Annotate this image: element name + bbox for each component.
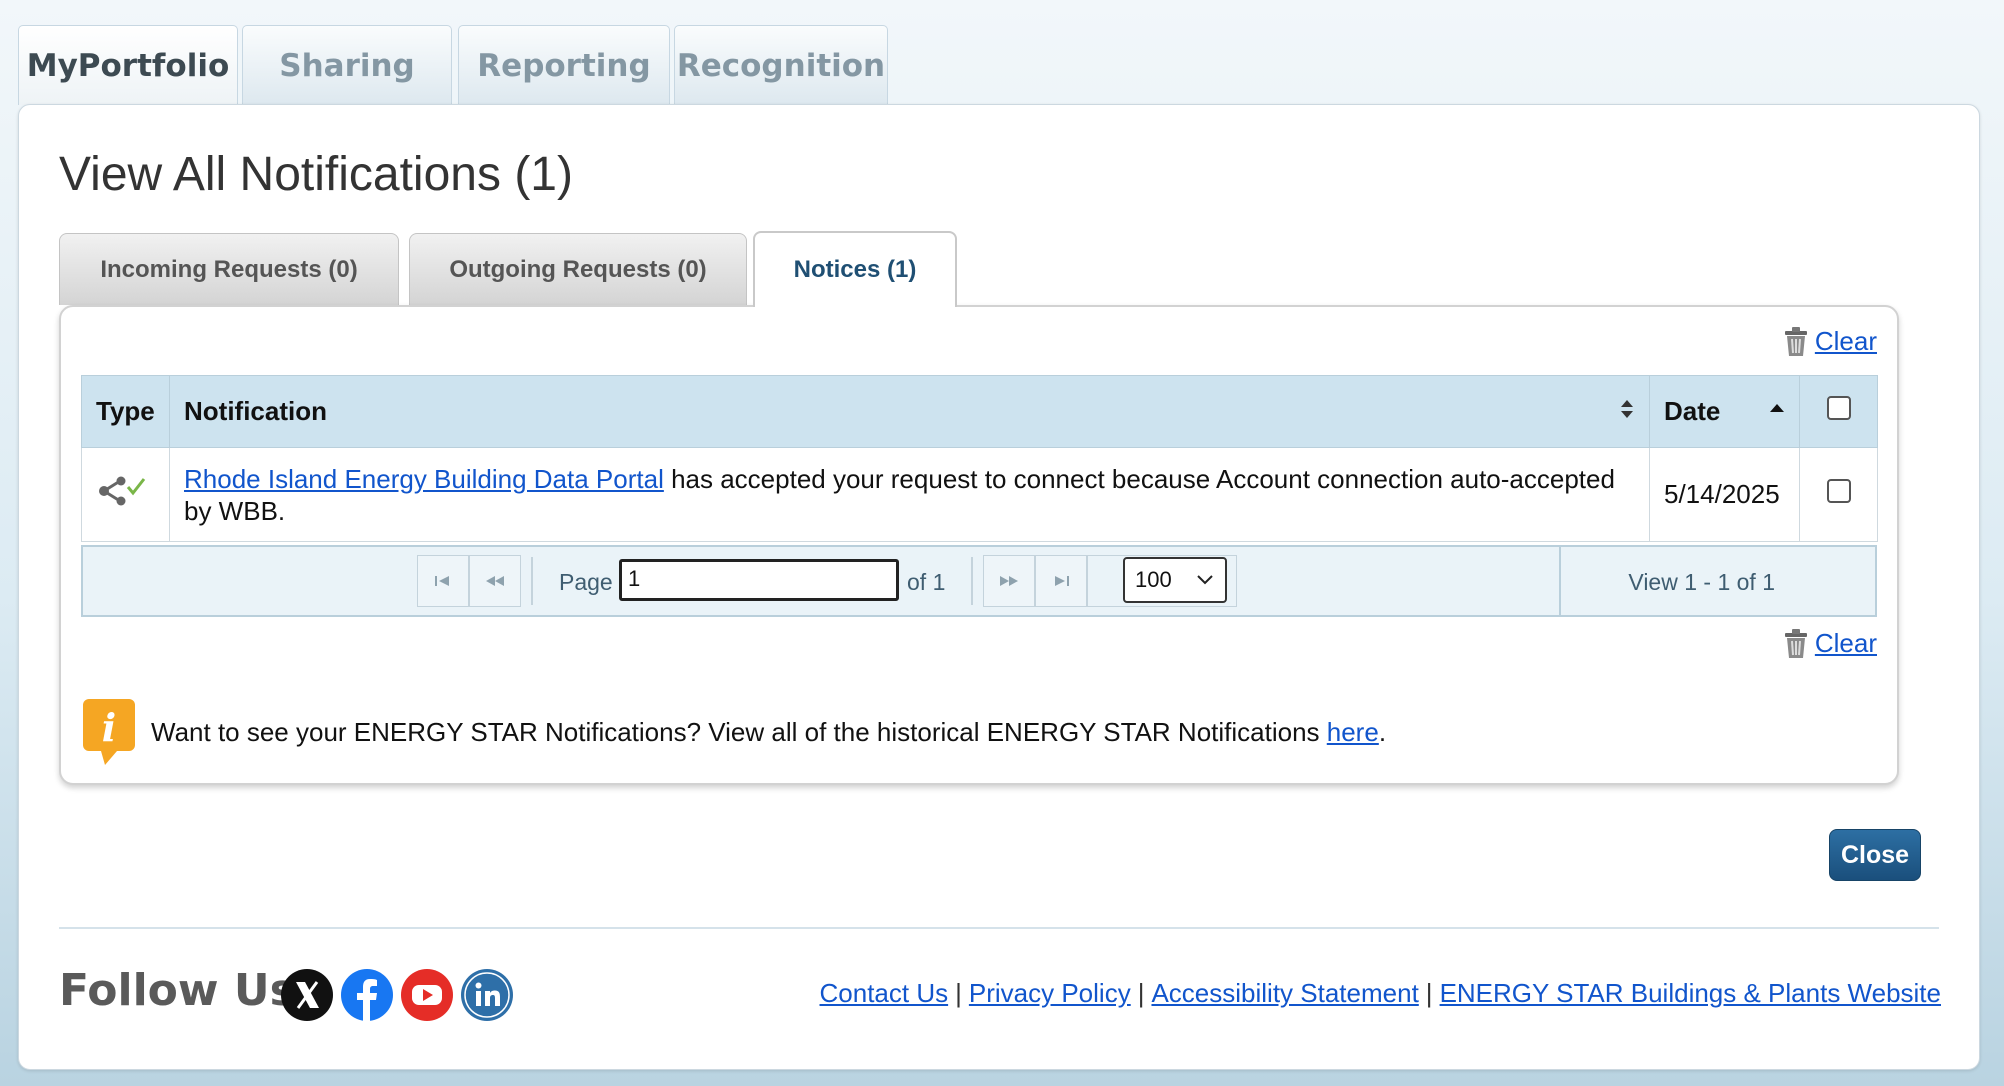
page-input[interactable]: 1 [619, 559, 899, 601]
col-header-type: Type [81, 375, 170, 448]
follow-us-label: Follow Us [59, 965, 296, 1016]
tab-myportfolio[interactable]: MyPortfolio [18, 25, 238, 105]
info-icon: i [83, 699, 135, 765]
link-separator: | [955, 978, 962, 1008]
pager: Page 1 of 1 100 View 1 - 1 of 1 [81, 545, 1877, 617]
tab-reporting[interactable]: Reporting [458, 25, 670, 105]
trash-icon [1784, 327, 1807, 356]
prev-page-icon [486, 576, 504, 586]
portal-link[interactable]: Rhode Island Energy Building Data Portal [184, 464, 664, 494]
page-size-select[interactable]: 100 [1123, 557, 1227, 603]
page-label: Page [559, 569, 613, 595]
page-size-value: 100 [1135, 567, 1172, 592]
energy-star-info: i Want to see your ENERGY STAR Notificat… [81, 697, 1881, 767]
first-page-button[interactable] [417, 555, 469, 607]
page-of-label: of 1 [907, 569, 946, 595]
select-all-checkbox[interactable] [1826, 396, 1851, 420]
tab-sharing[interactable]: Sharing [242, 25, 452, 105]
next-page-icon [1000, 576, 1018, 586]
prev-page-button[interactable] [469, 555, 521, 607]
clear-top-button[interactable]: Clear [1783, 325, 1877, 357]
notices-panel: Clear Type Notification Date Rhode Islan… [59, 305, 1899, 785]
col-header-notification-label: Notification [184, 396, 327, 426]
row-checkbox[interactable] [1826, 479, 1851, 503]
type-cell [81, 447, 170, 542]
svg-text:i: i [102, 705, 116, 750]
view-range-text: View 1 - 1 of 1 [1628, 569, 1775, 595]
footer-divider [59, 927, 1939, 929]
clear-label: Clear [1814, 628, 1877, 658]
chevron-down-icon [1197, 575, 1213, 585]
accessibility-statement-link[interactable]: Accessibility Statement [1151, 978, 1418, 1008]
date-cell: 5/14/2025 [1649, 447, 1800, 542]
clear-bottom-button[interactable]: Clear [1783, 627, 1877, 659]
trash-icon [1784, 629, 1807, 658]
select-cell [1799, 447, 1878, 542]
share-accepted-icon [99, 476, 146, 506]
pager-separator [971, 557, 973, 605]
main-card: View All Notifications (1) Incoming Requ… [18, 104, 1980, 1070]
page-title: View All Notifications (1) [59, 148, 573, 201]
col-header-date-label: Date [1664, 396, 1721, 426]
first-page-icon [435, 576, 449, 586]
notifications-table: Type Notification Date Rhode Island Ener… [81, 375, 1878, 542]
linkedin-icon[interactable] [461, 969, 513, 1021]
info-text: Want to see your ENERGY STAR Notificatio… [151, 717, 1386, 748]
col-header-date[interactable]: Date [1649, 375, 1800, 448]
pager-separator [531, 557, 533, 605]
last-page-icon [1055, 576, 1069, 586]
link-separator: | [1425, 978, 1433, 1008]
next-page-button[interactable] [983, 555, 1035, 607]
sort-ascending-icon[interactable] [1769, 398, 1785, 420]
facebook-icon[interactable] [341, 969, 393, 1021]
tab-notices[interactable]: Notices (1) [753, 231, 957, 307]
tab-outgoing-requests[interactable]: Outgoing Requests (0) [409, 233, 747, 305]
youtube-icon[interactable] [401, 969, 453, 1021]
footer-links: Contact Us | Privacy Policy | Accessibility … [820, 978, 1942, 1009]
clear-label: Clear [1814, 326, 1877, 356]
sort-both-icon[interactable] [1619, 398, 1635, 420]
privacy-policy-link[interactable]: Privacy Policy [969, 978, 1131, 1008]
x-icon[interactable] [281, 969, 333, 1021]
pager-divider [1559, 547, 1561, 617]
table-header-row: Type Notification Date [81, 375, 1878, 448]
close-button[interactable]: Close [1829, 829, 1921, 881]
col-header-notification[interactable]: Notification [169, 375, 1650, 448]
tab-incoming-requests[interactable]: Incoming Requests (0) [59, 233, 399, 305]
info-period: . [1378, 717, 1387, 747]
col-header-select [1799, 375, 1878, 448]
info-message: Want to see your ENERGY STAR Notificatio… [151, 717, 1327, 747]
energy-star-buildings-link[interactable]: ENERGY STAR Buildings & Plants Website [1440, 978, 1941, 1008]
link-separator: | [1137, 978, 1145, 1008]
tab-recognition[interactable]: Recognition [674, 25, 888, 105]
here-link[interactable]: here [1327, 717, 1379, 747]
last-page-button[interactable] [1035, 555, 1087, 607]
table-row: Rhode Island Energy Building Data Portal… [81, 447, 1878, 542]
notification-cell: Rhode Island Energy Building Data Portal… [169, 447, 1650, 542]
contact-us-link[interactable]: Contact Us [820, 978, 949, 1008]
